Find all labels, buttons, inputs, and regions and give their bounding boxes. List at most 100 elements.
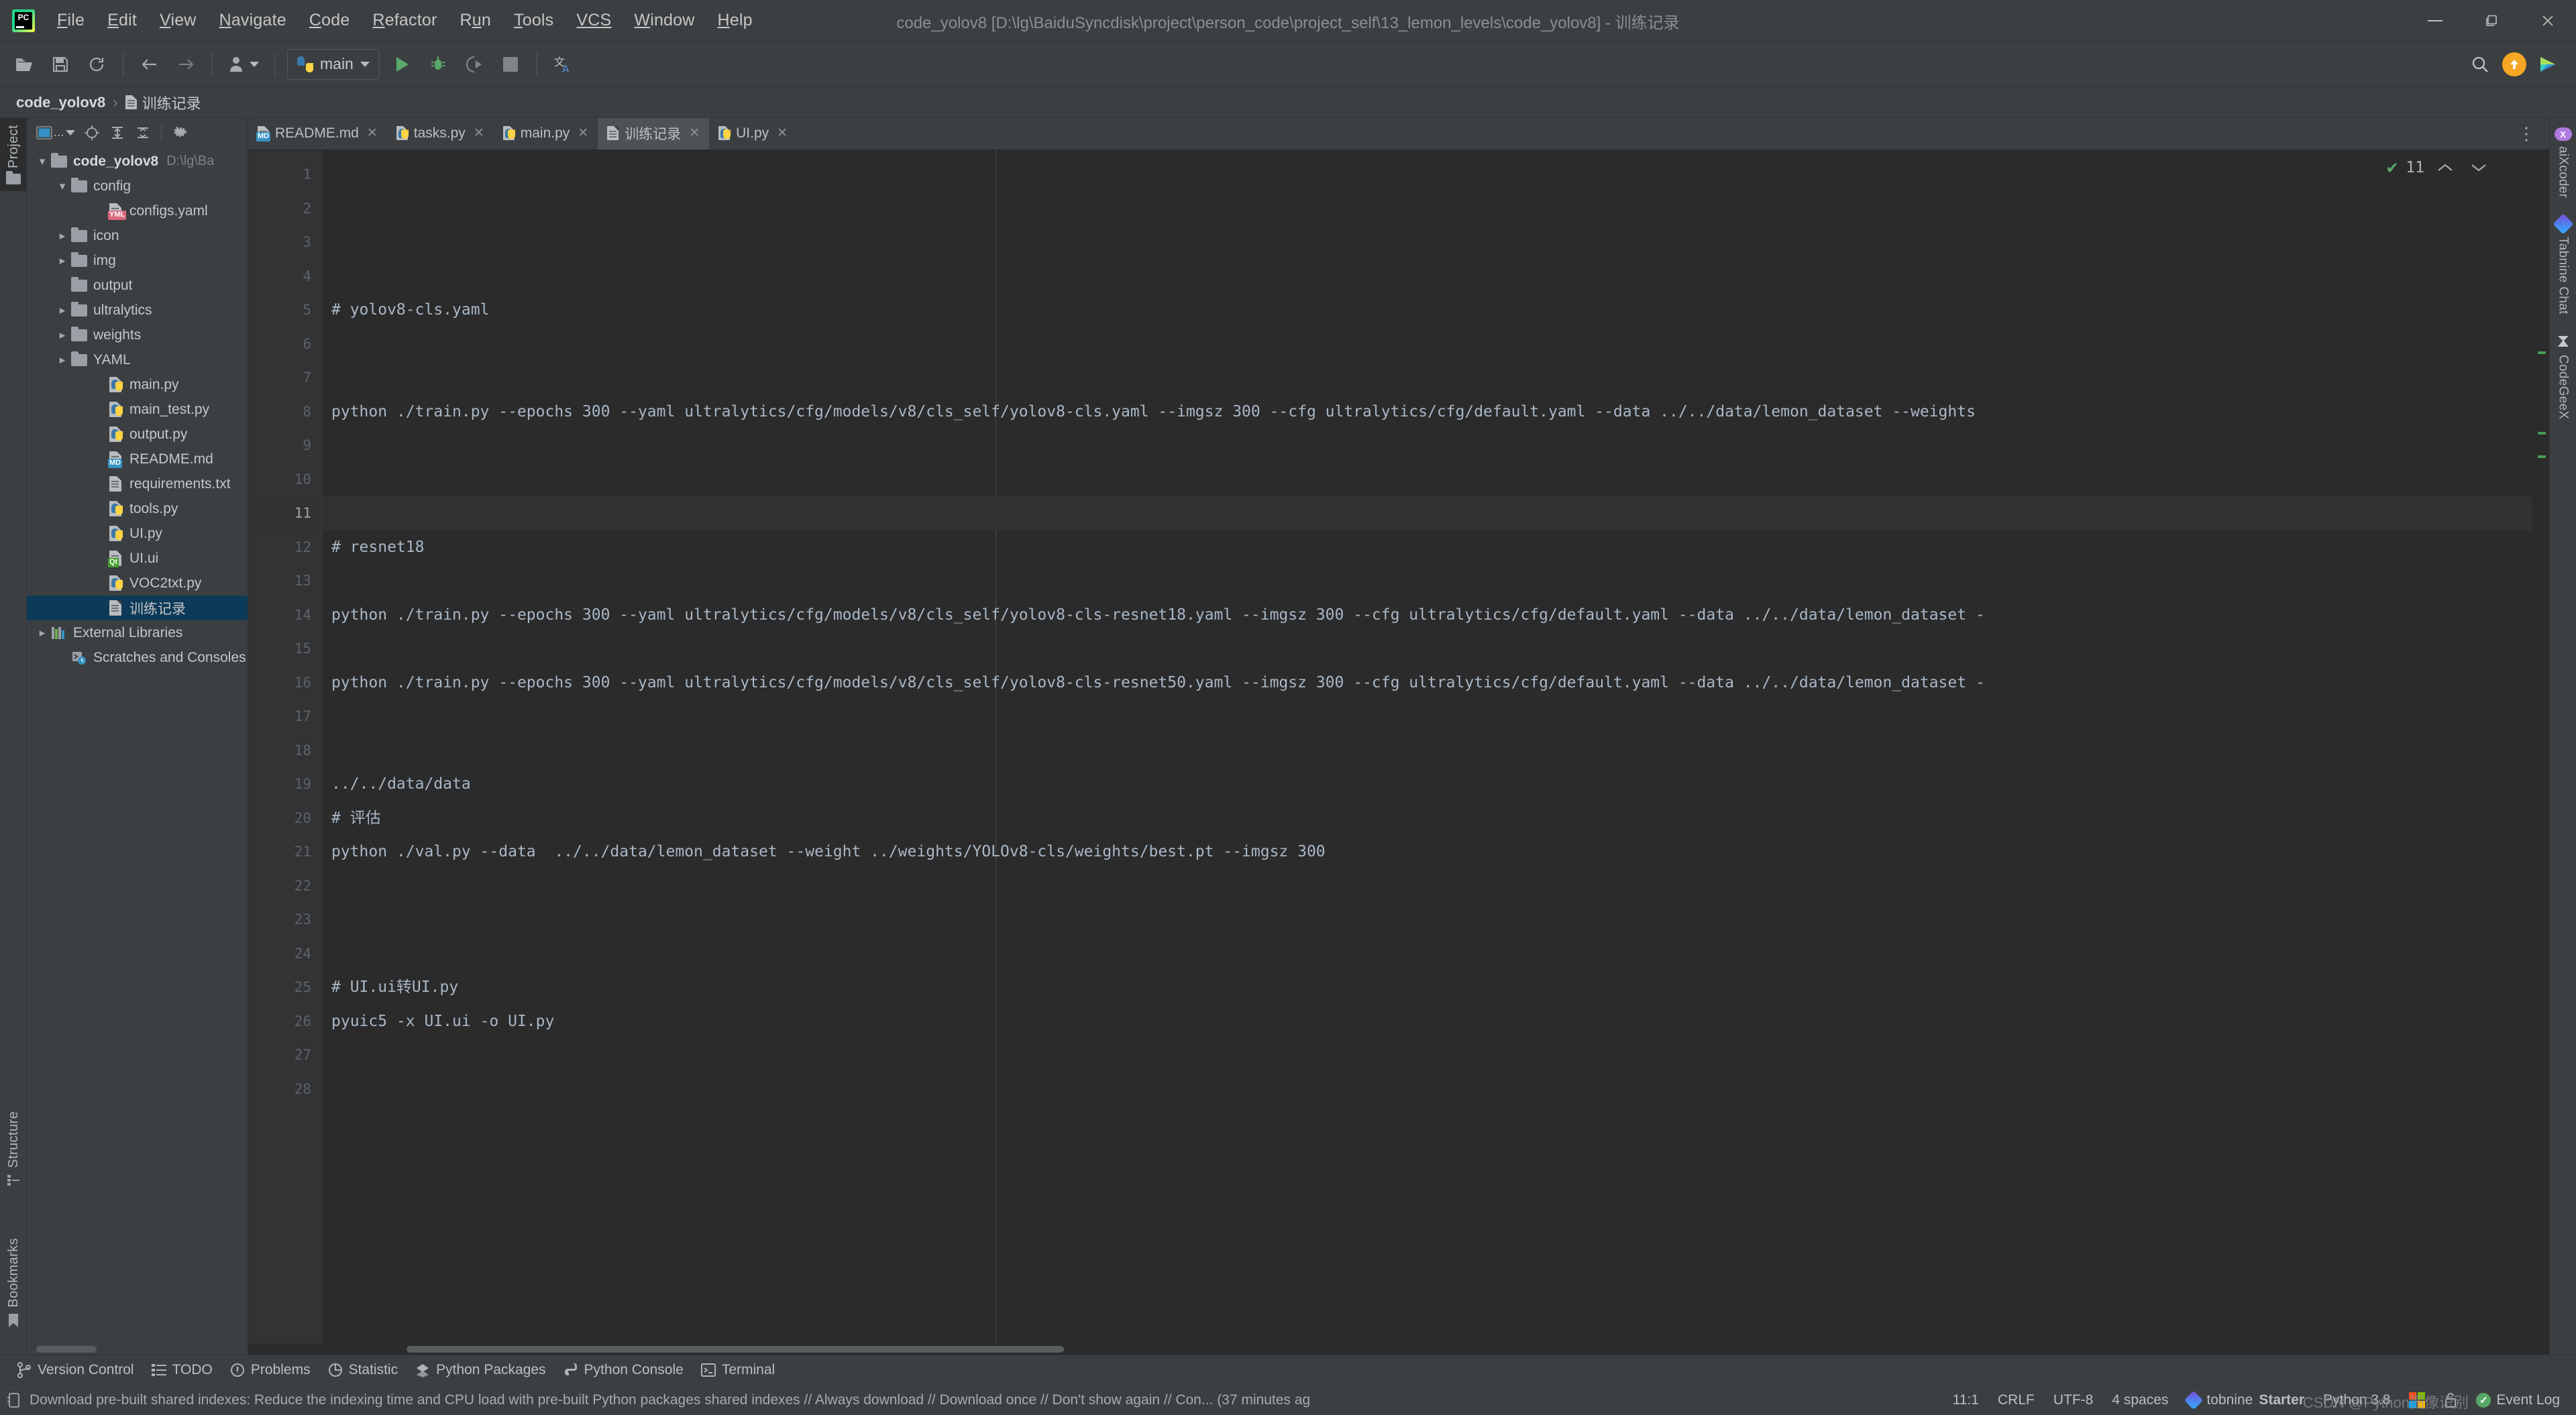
tree-node-main-test-py[interactable]: main_test.py bbox=[27, 397, 248, 422]
menu-help[interactable]: Help bbox=[706, 7, 764, 34]
tree-node-weights[interactable]: ▸ weights bbox=[27, 323, 248, 347]
code-line[interactable] bbox=[322, 734, 2532, 768]
code-line[interactable] bbox=[322, 937, 2532, 971]
code-line[interactable] bbox=[322, 429, 2532, 463]
close-tab-icon[interactable]: ✕ bbox=[689, 125, 700, 141]
code-line[interactable] bbox=[322, 1072, 2532, 1107]
sidebar-item-structure[interactable]: Structure bbox=[0, 1105, 27, 1194]
close-button[interactable] bbox=[2520, 0, 2576, 42]
caret-position[interactable]: 11:1 bbox=[1943, 1390, 1988, 1411]
code-line[interactable] bbox=[322, 903, 2532, 937]
menu-window[interactable]: Window bbox=[623, 7, 706, 34]
tool-todo[interactable]: TODO bbox=[144, 1359, 220, 1381]
code-line[interactable] bbox=[322, 192, 2532, 226]
open-folder-icon[interactable] bbox=[9, 50, 39, 79]
menu-code[interactable]: Code bbox=[298, 7, 362, 34]
code-line[interactable]: python ./train.py --epochs 300 --yaml ul… bbox=[322, 395, 2532, 429]
stop-icon[interactable] bbox=[496, 50, 525, 79]
menu-navigate[interactable]: Navigate bbox=[208, 7, 298, 34]
status-message[interactable]: Download pre-built shared indexes: Reduc… bbox=[30, 1392, 1310, 1408]
tree-node-configs-yaml[interactable]: YML configs.yaml bbox=[27, 199, 248, 223]
tree-node-readme-md[interactable]: MD README.md bbox=[27, 447, 248, 471]
search-everywhere-icon[interactable] bbox=[2465, 50, 2495, 79]
tree-node-scratches-and-consoles[interactable]: Scratches and Consoles bbox=[27, 645, 248, 670]
run-configuration-selector[interactable]: main bbox=[287, 48, 380, 80]
code-line[interactable] bbox=[322, 260, 2532, 294]
tool-version-control[interactable]: Version Control bbox=[9, 1359, 142, 1381]
tool-terminal[interactable]: Terminal bbox=[694, 1359, 782, 1381]
tree-node-img[interactable]: ▸ img bbox=[27, 248, 248, 273]
project-horizontal-scrollbar[interactable] bbox=[27, 1344, 248, 1355]
code-line[interactable] bbox=[322, 463, 2532, 497]
tab-ui-py[interactable]: UI.py ✕ bbox=[709, 118, 797, 150]
project-view-selector[interactable]: ... bbox=[34, 123, 78, 143]
tree-node-ui-ui[interactable]: Qt UI.ui bbox=[27, 546, 248, 571]
close-tab-icon[interactable]: ✕ bbox=[367, 125, 378, 141]
tab-readme-md[interactable]: MD README.md ✕ bbox=[248, 118, 387, 150]
tool-python-console[interactable]: Python Console bbox=[556, 1359, 691, 1381]
sync-icon[interactable] bbox=[82, 50, 111, 79]
minimize-button[interactable] bbox=[2407, 0, 2463, 42]
code-text[interactable]: # yolov8-cls.yaml python ./train.py --ep… bbox=[322, 150, 2532, 1344]
chevron-right-icon[interactable]: ▸ bbox=[55, 229, 70, 243]
lock-icon[interactable] bbox=[2434, 1390, 2467, 1411]
editor-horizontal-scrollbar[interactable] bbox=[248, 1344, 2549, 1355]
tab-main-py[interactable]: main.py ✕ bbox=[494, 118, 598, 150]
tool-problems[interactable]: Problems bbox=[223, 1359, 318, 1381]
chevron-right-icon[interactable]: ▸ bbox=[35, 626, 50, 640]
tree-node-tools-py[interactable]: tools.py bbox=[27, 496, 248, 521]
python-interpreter[interactable]: Python 3.8 bbox=[2314, 1390, 2400, 1411]
next-problem-icon[interactable] bbox=[2466, 162, 2491, 173]
expand-all-icon[interactable] bbox=[106, 123, 129, 143]
code-line[interactable]: python ./val.py --data ../../data/lemon_… bbox=[322, 835, 2532, 869]
tree-node-code-yolov8[interactable]: ▾ code_yolov8 D:\lg\Ba bbox=[27, 149, 248, 174]
tree-node-icon[interactable]: ▸ icon bbox=[27, 223, 248, 248]
chevron-down-icon[interactable]: ▾ bbox=[55, 180, 70, 193]
tree-node-output-py[interactable]: output.py bbox=[27, 422, 248, 447]
code-line[interactable]: pyuic5 -x UI.ui -o UI.py bbox=[322, 1005, 2532, 1039]
inspection-widget[interactable]: ✔ 11 bbox=[2387, 157, 2491, 178]
chevron-right-icon[interactable]: ▸ bbox=[55, 329, 70, 342]
code-line[interactable] bbox=[322, 327, 2532, 361]
code-line[interactable] bbox=[322, 158, 2532, 192]
menu-refactor[interactable]: Refactor bbox=[361, 7, 448, 34]
sidebar-item-aixcoder[interactable]: X aiXcoder bbox=[2554, 127, 2572, 198]
profile-selector-icon[interactable] bbox=[224, 50, 263, 79]
event-log-button[interactable]: ✓ Event Log bbox=[2467, 1390, 2569, 1411]
code-line[interactable] bbox=[322, 1038, 2532, 1072]
tool-statistic[interactable]: Statistic bbox=[321, 1359, 406, 1381]
tree-node-config[interactable]: ▾ config bbox=[27, 174, 248, 199]
chevron-right-icon[interactable]: ▸ bbox=[55, 353, 70, 367]
breadcrumb-file[interactable]: 训练记录 bbox=[120, 90, 207, 115]
settings-gear-icon[interactable] bbox=[168, 123, 191, 143]
menu-tools[interactable]: Tools bbox=[502, 7, 565, 34]
code-line[interactable] bbox=[322, 699, 2532, 734]
code-line-current[interactable] bbox=[322, 496, 2532, 530]
tree-node-main-py[interactable]: main.py bbox=[27, 372, 248, 397]
tool-python-packages[interactable]: Python Packages bbox=[408, 1359, 553, 1381]
run-with-coverage-icon[interactable] bbox=[460, 50, 489, 79]
tab-options-icon[interactable]: ⋮ bbox=[2512, 123, 2541, 144]
maximize-button[interactable] bbox=[2463, 0, 2520, 42]
run-icon[interactable] bbox=[387, 50, 417, 79]
code-line[interactable]: # UI.ui转UI.py bbox=[322, 970, 2532, 1005]
indent-setting[interactable]: 4 spaces bbox=[2102, 1390, 2178, 1411]
close-tab-icon[interactable]: ✕ bbox=[474, 125, 484, 141]
tree-node-ultralytics[interactable]: ▸ ultralytics bbox=[27, 298, 248, 323]
code-line[interactable]: ../../data/data bbox=[322, 767, 2532, 801]
tab-tasks-py[interactable]: tasks.py ✕ bbox=[387, 118, 494, 150]
code-line[interactable]: # yolov8-cls.yaml bbox=[322, 293, 2532, 327]
tree-node-requirements-txt[interactable]: requirements.txt bbox=[27, 471, 248, 496]
debug-icon[interactable] bbox=[423, 50, 453, 79]
code-line[interactable] bbox=[322, 869, 2532, 903]
chevron-right-icon[interactable]: ▸ bbox=[55, 254, 70, 268]
code-line[interactable] bbox=[322, 361, 2532, 395]
menu-vcs[interactable]: VCS bbox=[565, 7, 623, 34]
menu-file[interactable]: File bbox=[46, 7, 96, 34]
back-arrow-icon[interactable] bbox=[135, 50, 164, 79]
breadcrumb-project[interactable]: code_yolov8 bbox=[11, 92, 111, 113]
line-separator[interactable]: CRLF bbox=[1988, 1390, 2044, 1411]
tree-node-xunlianjilu[interactable]: 训练记录 bbox=[27, 596, 248, 620]
code-line[interactable]: python ./train.py --epochs 300 --yaml ul… bbox=[322, 666, 2532, 700]
menu-view[interactable]: View bbox=[148, 7, 208, 34]
